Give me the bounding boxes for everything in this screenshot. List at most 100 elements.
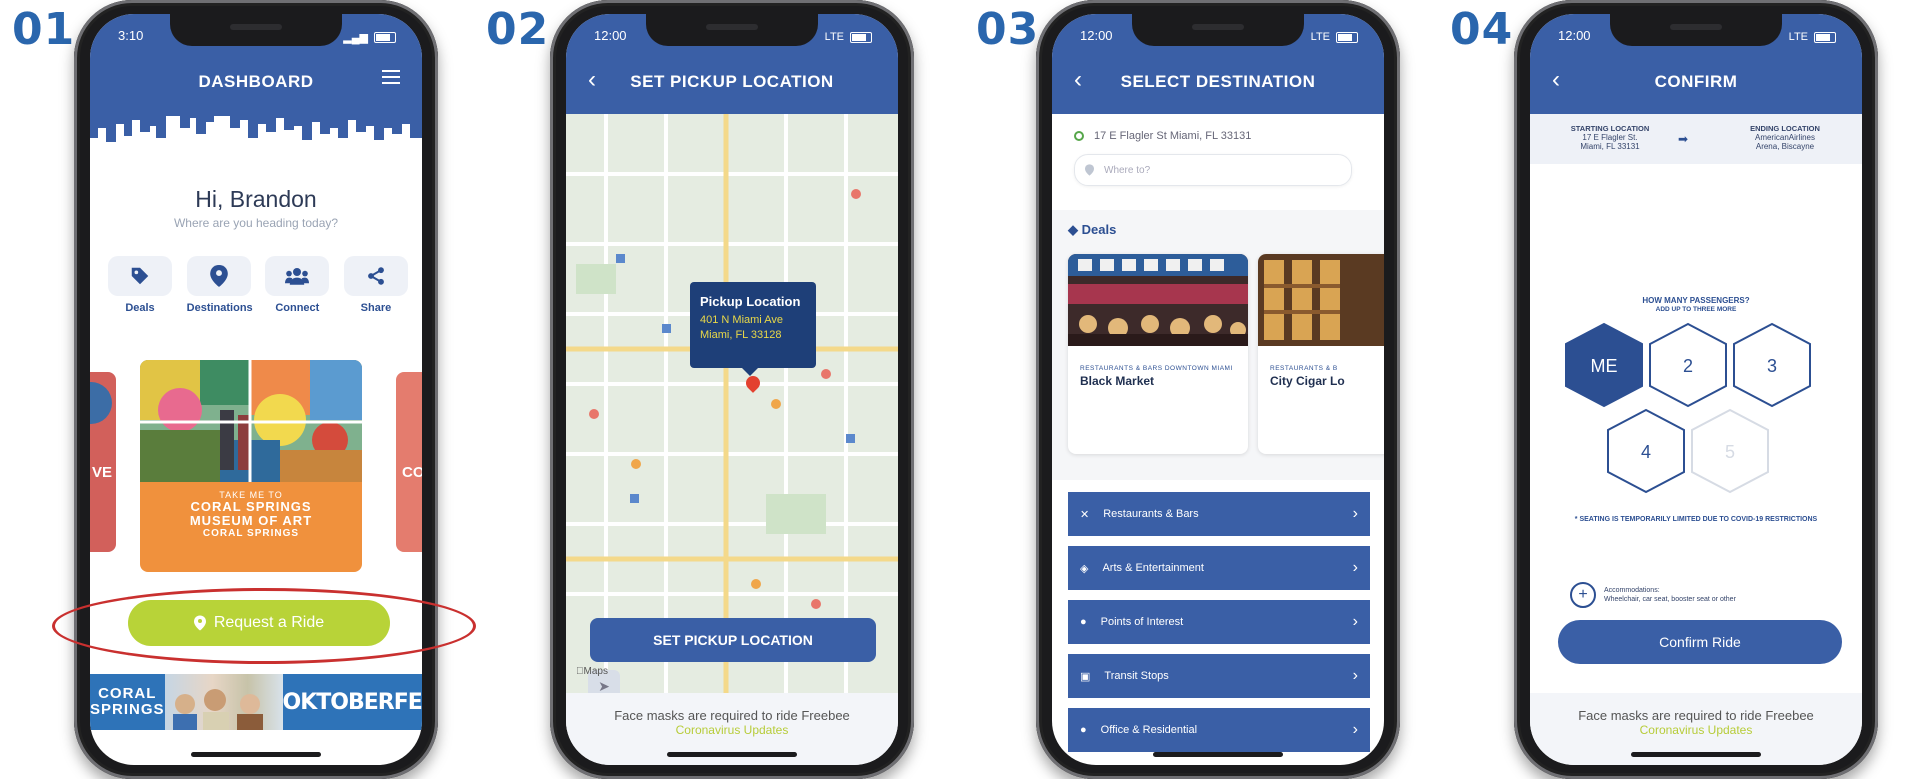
category-restaurants-bars[interactable]: ✕ Restaurants & Bars › [1068,492,1370,536]
passenger-selector: ME 2 3 4 5 [1565,322,1811,494]
coronavirus-updates-link[interactable]: Coronavirus Updates [566,723,898,737]
banner-brand: CORAL SPRINGS [90,685,165,718]
add-icon[interactable]: + [1570,582,1596,608]
category-label: Restaurants & Bars [1103,508,1199,520]
quick-action-connect[interactable]: Connect [265,256,330,314]
screen: 12:00 LTE ‹ SELECT DESTINATION 17 E Flag… [1052,14,1384,765]
page-title: DASHBOARD [198,72,314,91]
greeting-subtitle: Where are you heading today? [173,216,339,230]
carousel-card-museum[interactable]: TAKE ME TO CORAL SPRINGS MUSEUM OF ART C… [140,360,362,572]
skyline-graphic [90,98,422,142]
status-icons: LTE [825,28,872,46]
category-arts-entertainment[interactable]: ◈ Arts & Entertainment › [1068,546,1370,590]
carousel-card-previous[interactable]: VE [90,372,116,552]
passenger-option-4[interactable]: 4 [1607,408,1685,494]
tag-icon: ◆ [1068,222,1082,237]
start-label: STARTING LOCATION [1570,124,1650,133]
bus-icon: ▣ [1080,670,1091,683]
status-time: 12:00 [594,28,627,43]
start-location: STARTING LOCATION 17 E Flagler St. Miami… [1560,124,1660,151]
banner-photo [164,674,283,730]
ticket-icon: ◈ [1080,562,1089,575]
status-bar: 12:00 LTE [1558,28,1836,46]
passenger-option-5[interactable]: 5 [1691,408,1769,494]
highlight-circle [52,588,476,664]
passenger-heading: HOW MANY PASSENGERS? ADD UP TO THREE MOR… [1642,296,1750,313]
end-line-2: Arena, Biscayne [1755,142,1815,151]
step-number-4: 04 [1450,4,1514,55]
origin-dot-icon [1074,131,1084,141]
screen: 12:00 LTE ‹ CONFIRM STARTING LOCATION 17… [1530,14,1862,765]
quick-actions: Deals Destinations Connect Share [108,256,408,314]
category-transit-stops[interactable]: ▣ Transit Stops › [1068,654,1370,698]
category-label: Office & Residential [1100,724,1198,736]
status-icons: ▂▄▆ [343,28,396,46]
passenger-option-me[interactable]: ME [1565,322,1643,408]
deal-card-black-market[interactable]: RESTAURANTS & BARS DOWNTOWN MIAMI Black … [1068,254,1248,454]
greeting: Hi, Brandon [195,186,317,212]
quick-action-label: Connect [275,302,320,314]
step-number-1: 01 [12,4,76,55]
callout-address-line-1: 401 N Miami Ave [700,314,783,326]
home-indicator [191,752,321,757]
menu-icon[interactable] [382,70,400,88]
deal-tags: RESTAURANTS & BARS DOWNTOWN MIAMI [1080,365,1233,372]
origin-row: 17 E Flagler St Miami, FL 33131 [1074,130,1374,142]
status-bar: 3:10 ▂▄▆ [118,28,396,46]
destination-search-input[interactable]: Where to? [1074,154,1352,186]
destination-placeholder: Where to? [1104,164,1151,176]
start-line-1: 17 E Flagler St. [1582,133,1638,142]
category-office-residential[interactable]: ● Office & Residential › [1068,708,1370,752]
home-indicator [667,752,797,757]
card-peek-text: VE [92,464,113,481]
svg-text:4: 4 [1641,442,1651,462]
mask-notice: Face masks are required to ride Freebee [614,708,850,723]
chevron-right-icon: › [1352,613,1358,630]
deal-card-city-cigar[interactable]: RESTAURANTS & B City Cigar Lo [1258,254,1384,454]
deal-photo [1258,254,1384,346]
deals-heading: ◆ Deals [1068,222,1117,237]
category-points-of-interest[interactable]: ● Points of Interest › [1068,600,1370,644]
quick-action-deals[interactable]: Deals [108,256,172,314]
event-banner[interactable]: CORAL SPRINGS OKTOBERFEST [90,674,422,730]
end-location: ENDING LOCATION AmericanAirlines Arena, … [1730,124,1840,151]
location-pin-icon [186,256,251,296]
accommodations-text: Accommodations: Wheelchair, car seat, bo… [1604,587,1736,603]
page-title: SET PICKUP LOCATION [630,72,834,91]
quick-action-destinations[interactable]: Destinations [186,256,253,314]
arrow-right-icon: ➡ [1678,132,1689,146]
covid-seating-note: * SEATING IS TEMPORARILY LIMITED DUE TO … [1574,516,1818,523]
svg-text:3: 3 [1767,356,1777,376]
quick-action-label: Destinations [186,302,253,314]
status-icons: LTE [1789,28,1836,46]
confirm-ride-button[interactable]: Confirm Ride [1558,620,1842,664]
quick-action-label: Share [360,302,392,314]
coronavirus-updates-link[interactable]: Coronavirus Updates [1530,723,1862,737]
quick-action-share[interactable]: Share [343,256,408,314]
maps-attribution: Maps [576,666,608,677]
passenger-option-2[interactable]: 2 [1649,322,1727,408]
chevron-right-icon: › [1352,559,1358,576]
tag-icon [108,256,172,296]
status-time: 12:00 [1080,28,1113,43]
footer-note: Face masks are required to ride Freebee … [1530,708,1862,737]
location-pin-icon: ● [1080,724,1087,736]
accommodations-row[interactable]: + Accommodations: Wheelchair, car seat, … [1570,582,1842,608]
status-time: 3:10 [118,28,144,43]
deal-photo [1068,254,1248,346]
mask-notice: Face masks are required to ride Freebee [1578,708,1814,723]
share-icon [343,256,408,296]
chevron-right-icon: › [1352,721,1358,738]
end-label: ENDING LOCATION [1750,124,1820,133]
svg-text:ME: ME [1591,356,1618,376]
start-line-2: Miami, FL 33131 [1580,142,1640,151]
location-pin-icon: ● [1080,616,1087,628]
footer-note: Face masks are required to ride Freebee … [566,708,898,737]
map-view[interactable]: ➤ [566,114,898,693]
museum-mural-image [140,360,362,482]
carousel-card-next[interactable]: CO [396,372,422,552]
passenger-option-3[interactable]: 3 [1733,322,1811,408]
deal-tags: RESTAURANTS & B [1270,365,1338,372]
set-pickup-button[interactable]: SET PICKUP LOCATION [590,618,876,662]
chevron-right-icon: › [1352,667,1358,684]
